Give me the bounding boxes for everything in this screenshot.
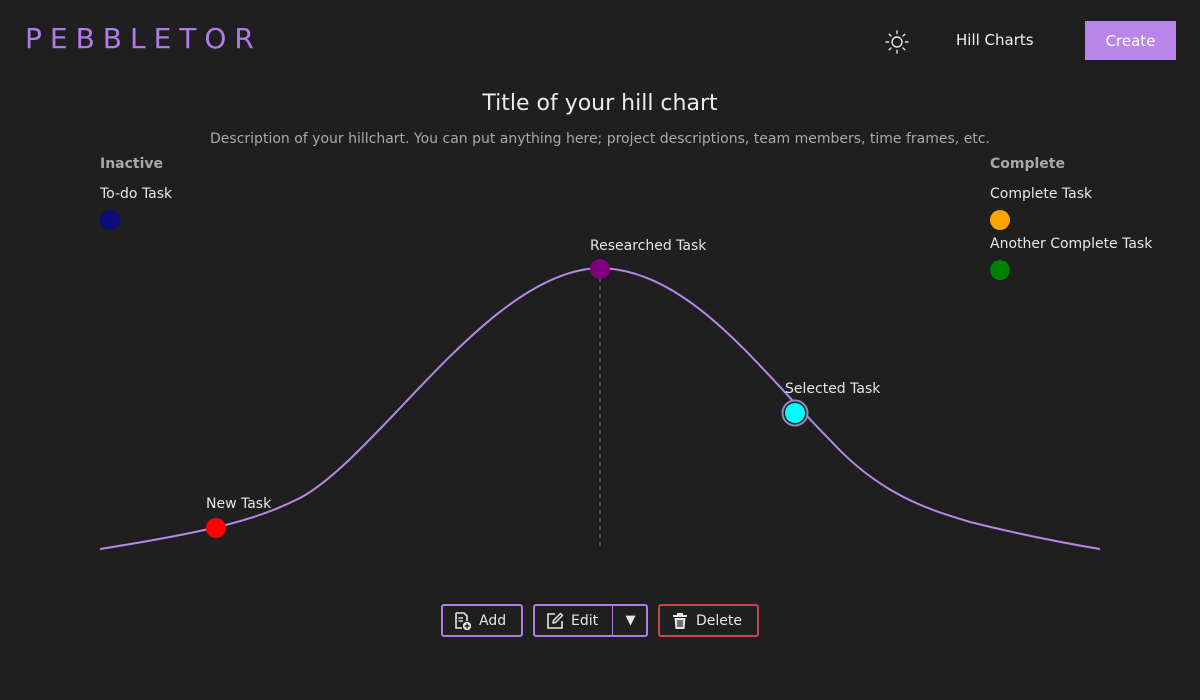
add-button[interactable]: Add bbox=[441, 604, 523, 637]
hill-task-label: New Task bbox=[206, 496, 272, 512]
app-root: PEBBLETOR Hill Charts Create Title of yo… bbox=[0, 0, 1200, 700]
delete-button[interactable]: Delete bbox=[658, 604, 759, 637]
file-add-icon bbox=[453, 611, 473, 631]
hill-task-dot[interactable] bbox=[206, 518, 226, 538]
hill-task-dot[interactable] bbox=[590, 259, 610, 279]
hill-task-label: Selected Task bbox=[785, 381, 881, 397]
edit-button[interactable]: Edit bbox=[571, 613, 598, 629]
hill-task-dot-selected[interactable] bbox=[785, 403, 805, 423]
add-button-label: Add bbox=[479, 612, 507, 629]
hill-chart: New Task Researched Task Selected Task bbox=[99, 238, 1101, 550]
delete-button-label: Delete bbox=[696, 612, 742, 629]
edit-icon bbox=[545, 611, 565, 631]
edit-button-group: Edit ▼ bbox=[533, 604, 648, 637]
caret-down-icon[interactable]: ▼ bbox=[612, 606, 648, 635]
hill-task-label: Researched Task bbox=[590, 238, 707, 254]
trash-icon bbox=[670, 611, 690, 631]
